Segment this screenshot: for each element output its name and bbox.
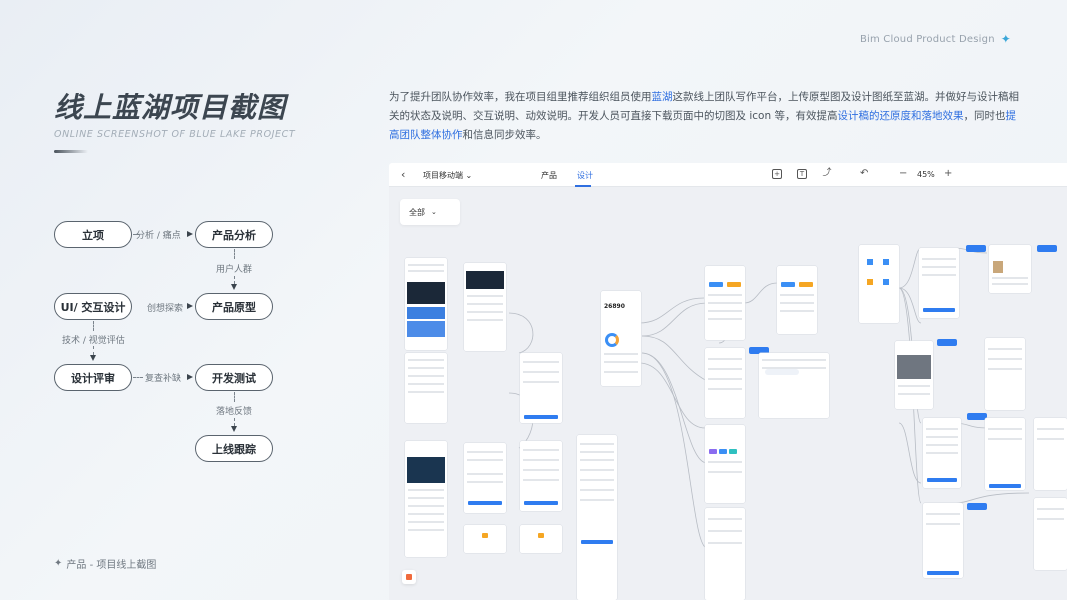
flow-node-ui: UI/ 交互设计 [54,293,132,320]
caption-text: 产品 - 项目线上截图 [66,560,157,571]
flow-connector [93,346,94,355]
arrow-right-icon [187,374,193,380]
flow-connector [234,249,235,259]
artboard[interactable] [405,258,447,350]
artboard[interactable] [859,245,899,323]
artboard[interactable] [759,353,829,418]
sparkle-icon: ✦ [54,558,63,569]
annotation-tag [967,503,987,510]
arrow-down-icon [231,426,237,432]
description: 为了提升团队协作效率，我在项目组里推荐组织组员使用蓝湖这款线上团队写作平台，上传… [389,88,1019,145]
arrow-right-icon [187,303,193,309]
flow-label-users: 用户人群 [216,265,253,275]
flow-connector [234,276,235,284]
annotation-tag [967,413,987,420]
flow-connector [234,392,235,402]
arrow-down-icon [90,355,96,361]
artboard[interactable] [985,418,1025,490]
artboard[interactable] [777,266,817,334]
flow-node-launch: 上线跟踪 [195,435,273,462]
desc-text-1: 为了提升团队协作效率，我在项目组里推荐组织组员使用 [389,91,652,103]
desc-highlight-1: 蓝湖 [651,91,673,103]
artboard[interactable] [520,525,562,553]
artboard[interactable] [895,341,933,409]
annotation-tag [1037,245,1057,252]
flow-connector [93,321,94,331]
artboard[interactable] [464,263,506,351]
artboard[interactable] [464,525,506,553]
flow-node-analysis: 产品分析 [195,221,273,248]
flow-label-recheck: 复查补缺 [145,374,182,384]
flow-label-eval: 技术 / 视觉评估 [62,336,125,346]
artboard[interactable] [705,266,745,340]
artboard[interactable] [405,353,447,423]
artboard[interactable] [923,503,963,578]
desc-text-3: ，同时也 [963,110,1006,122]
desc-highlight-2: 设计稿的还原度和落地效果 [837,110,964,122]
flow-node-review: 设计评审 [54,364,132,391]
brand-text: Bim Cloud Product Design [859,33,995,45]
brand: Bim Cloud Product Design ✦ [860,32,1011,46]
artboard[interactable] [705,425,745,503]
artboard[interactable]: 26890 [601,291,641,386]
annotation-tag [966,245,986,252]
sparkle-icon: ✦ [1000,32,1011,46]
flow-label-analysis: 分析 / 痛点 [136,231,181,241]
annotation-tag [937,339,957,346]
artboard[interactable] [705,348,745,418]
artboard[interactable] [705,508,745,600]
flow-node-dev: 开发测试 [195,364,273,391]
flow-label-explore: 创想探索 [147,304,184,314]
process-flowchart: 立项 产品分析 UI/ 交互设计 产品原型 设计评审 开发测试 上线跟踪 分析 … [0,0,380,600]
desc-text-4: 和信息同步效率。 [462,129,547,141]
flow-connector [234,418,235,426]
artboard[interactable] [923,418,961,488]
arrow-right-icon [187,231,193,237]
flow-label-feedback: 落地反馈 [216,407,253,417]
artboard[interactable] [464,443,506,513]
artboard[interactable] [1034,418,1067,490]
artboard[interactable] [520,353,562,423]
caption: ✦ 产品 - 项目线上截图 [54,556,156,571]
stat-value: 26890 [604,303,625,310]
artboard[interactable] [520,441,562,511]
plugin-icon[interactable] [402,570,416,584]
artboard[interactable] [919,248,959,318]
artboard[interactable] [985,338,1025,410]
flow-connector [133,377,143,378]
artboard[interactable] [405,441,447,557]
artboard[interactable] [577,435,617,600]
artboard[interactable] [1034,498,1067,570]
artboard[interactable] [989,245,1031,293]
lanhu-screenshot: ‹ 项目移动端 ⌄ 产品 设计 + T ⤴ ↶ − 45% + 全部 ⌄ 268… [389,163,1067,600]
flow-node-start: 立项 [54,221,132,248]
flow-node-prototype: 产品原型 [195,293,273,320]
arrow-down-icon [231,284,237,290]
